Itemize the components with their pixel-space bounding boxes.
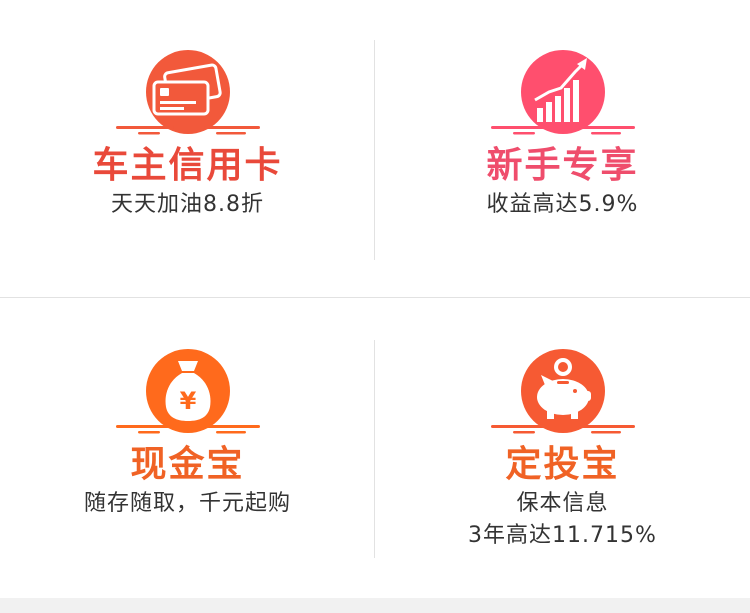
card-subtitle: 随存随取，千元起购	[83, 491, 291, 516]
money-bag-icon: ¥	[108, 347, 268, 437]
card-title: 现金宝	[130, 444, 245, 485]
row-divider	[0, 297, 750, 298]
svg-text:¥: ¥	[179, 387, 196, 415]
card-title: 新手专享	[486, 145, 639, 186]
card-subtitle-line1: 保本信息	[516, 491, 609, 516]
card-subtitle-line2: 3年高达11.715%	[468, 523, 657, 548]
card-subtitle: 天天加油8.8折	[111, 192, 264, 217]
card-car-owner-credit-card[interactable]: 车主信用卡 天天加油8.8折	[0, 48, 375, 220]
card-title: 车主信用卡	[92, 145, 283, 186]
card-title: 定投宝	[505, 444, 620, 485]
card-subtitle: 收益高达5.9%	[486, 192, 639, 217]
credit-card-icon	[108, 48, 268, 138]
card-fixed-investment[interactable]: 定投宝 保本信息 3年高达11.715%	[375, 347, 750, 551]
card-cash-treasure[interactable]: ¥ 现金宝 随存随取，千元起购	[0, 347, 375, 519]
footer-band	[0, 598, 750, 613]
piggy-bank-icon	[483, 347, 643, 437]
growth-chart-icon	[483, 48, 643, 138]
card-newcomer-exclusive[interactable]: 新手专享 收益高达5.9%	[375, 48, 750, 220]
